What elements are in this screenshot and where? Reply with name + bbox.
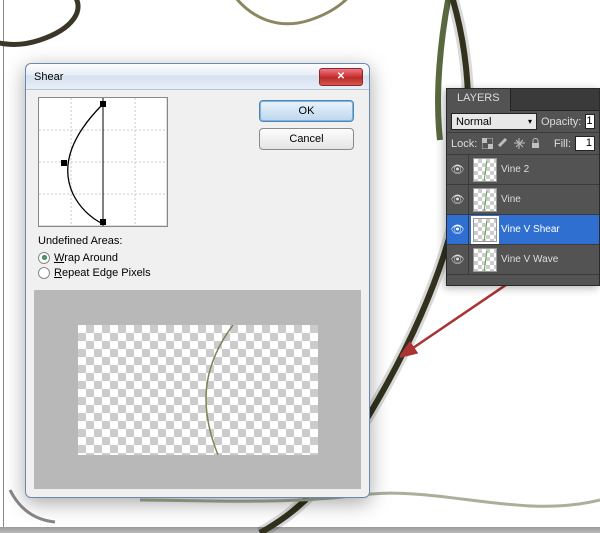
visibility-toggle[interactable]: 👁 [447,185,469,214]
lock-position-icon[interactable] [513,137,526,150]
dialog-titlebar[interactable]: Shear ✕ [26,64,369,90]
eye-icon: 👁 [451,223,465,236]
layer-name[interactable]: Vine V Shear [501,224,599,235]
ok-button[interactable]: OK [259,100,354,122]
layer-thumbnail[interactable] [473,158,497,182]
layer-row[interactable]: 👁 Vine 2 [447,155,599,185]
undefined-areas-group: Undefined Areas: Wrap Around Repeat Edge… [38,235,151,280]
visibility-toggle[interactable]: 👁 [447,155,469,184]
layer-thumbnail[interactable] [473,218,497,242]
visibility-toggle[interactable]: 👁 [447,245,469,274]
layer-row[interactable]: 👁 Vine V Wave [447,245,599,275]
cancel-button[interactable]: Cancel [259,128,354,150]
visibility-toggle[interactable]: 👁 [447,215,469,244]
eye-icon: 👁 [451,193,465,206]
lock-icons-group [481,137,550,150]
fill-label: Fill: [554,138,571,150]
blend-mode-select[interactable]: Normal ▾ [451,113,537,130]
radio-icon [38,252,50,264]
wrap-around-label: Wrap Around [54,252,118,264]
undefined-areas-label: Undefined Areas: [38,235,151,247]
lock-pixels-icon[interactable] [497,137,510,150]
repeat-edge-option[interactable]: Repeat Edge Pixels [38,265,151,280]
layer-thumbnail[interactable] [473,188,497,212]
lock-label: Lock: [451,138,477,150]
lock-fill-row: Lock: Fill: 1 [447,133,599,155]
layer-list: 👁 Vine 2 👁 Vine 👁 Vine V Shear 👁 Vine V … [447,155,599,275]
repeat-edge-label: Repeat Edge Pixels [54,267,151,279]
shear-curve-grid[interactable] [38,97,168,227]
eye-icon: 👁 [451,253,465,266]
layer-name[interactable]: Vine 2 [501,164,599,175]
layer-name[interactable]: Vine V Wave [501,254,599,265]
layers-tab[interactable]: LAYERS [447,89,511,111]
chevron-down-icon: ▾ [528,117,532,126]
close-button[interactable]: ✕ [319,68,363,86]
preview-canvas [78,325,318,455]
layers-panel: LAYERS Normal ▾ Opacity: 1 Lock: Fill: 1… [446,88,600,286]
opacity-label: Opacity: [541,116,581,128]
dialog-body: OK Cancel Undefined Areas: Wrap Around R… [26,90,369,497]
blend-mode-value: Normal [456,116,491,128]
lock-transparency-icon[interactable] [481,137,494,150]
blend-opacity-row: Normal ▾ Opacity: 1 [447,111,599,133]
fill-value[interactable]: 1 [575,136,595,151]
panel-tabs: LAYERS [447,89,599,111]
window-bottom-edge [0,527,600,533]
lock-all-icon[interactable] [529,137,542,150]
layer-name[interactable]: Vine [501,194,599,205]
eye-icon: 👁 [451,163,465,176]
close-icon: ✕ [337,71,345,82]
layer-thumbnail[interactable] [473,248,497,272]
wrap-around-option[interactable]: Wrap Around [38,250,151,265]
dialog-title: Shear [32,71,319,83]
shear-preview [34,290,361,489]
shear-dialog: Shear ✕ OK Cancel Undefined Areas: [25,63,370,498]
panel-footer [447,275,599,285]
layer-row[interactable]: 👁 Vine V Shear [447,215,599,245]
layer-row[interactable]: 👁 Vine [447,185,599,215]
opacity-value[interactable]: 1 [585,114,595,129]
radio-icon [38,267,50,279]
